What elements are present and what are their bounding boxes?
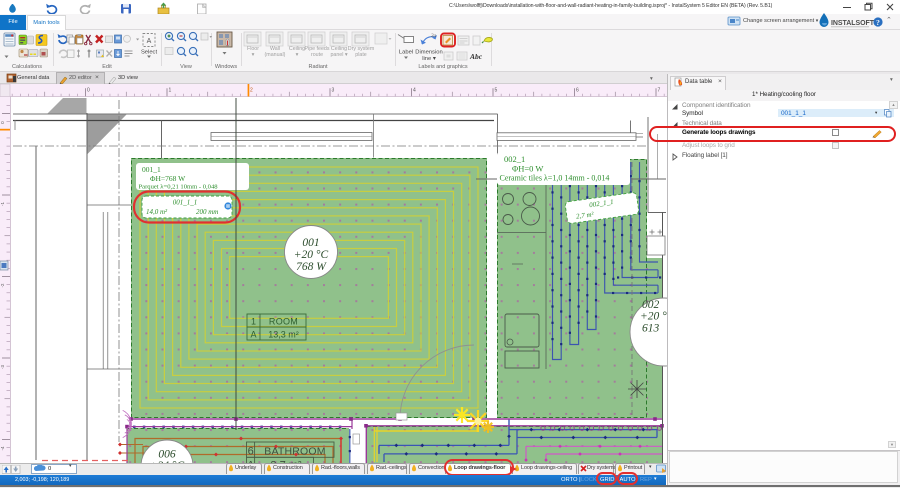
svg-text:-2: -2	[0, 283, 5, 287]
svg-text:ROOM: ROOM	[269, 316, 298, 326]
svg-text:line ▾: line ▾	[422, 56, 436, 62]
svg-text:0: 0	[87, 87, 90, 93]
svg-text:INSTALSOFT: INSTALSOFT	[831, 20, 875, 27]
svg-text:Dimension: Dimension	[415, 50, 442, 56]
svg-text:-3: -3	[0, 364, 5, 368]
svg-text:1: 1	[251, 316, 256, 326]
svg-text:2: 2	[250, 87, 253, 93]
svg-text:?: ?	[876, 18, 880, 27]
svg-text:002_1: 002_1	[504, 154, 525, 164]
svg-text:A: A	[147, 38, 152, 45]
svg-text:1: 1	[169, 87, 172, 93]
svg-text:Label: Label	[399, 50, 413, 56]
svg-text:5: 5	[495, 87, 498, 93]
svg-text:A: A	[250, 329, 256, 339]
svg-text:ΦH=0 W: ΦH=0 W	[512, 164, 543, 174]
svg-text:Abc: Abc	[469, 52, 483, 61]
svg-text:4: 4	[413, 87, 416, 93]
svg-text:BATHROOM: BATHROOM	[264, 446, 326, 458]
svg-text:+20 °C: +20 °C	[294, 249, 329, 261]
svg-text:14,0 m²: 14,0 m²	[146, 208, 168, 216]
svg-text:200 mm: 200 mm	[196, 208, 218, 216]
svg-text:6: 6	[248, 446, 254, 458]
svg-text:006: 006	[158, 449, 176, 461]
svg-text:6: 6	[576, 87, 579, 93]
svg-text:613: 613	[642, 323, 660, 335]
svg-text:002: 002	[642, 299, 660, 311]
svg-text:Ceramic tiles λ=1,0 14mm - 0,0: Ceramic tiles λ=1,0 14mm - 0,014	[500, 174, 610, 183]
svg-text:3: 3	[332, 87, 335, 93]
svg-text:13,3 m²: 13,3 m²	[268, 329, 299, 339]
svg-text:Parquet λ=0,21 10mm - 0,048: Parquet λ=0,21 10mm - 0,048	[139, 184, 219, 191]
svg-text:768 W: 768 W	[296, 261, 327, 273]
svg-text:ΦH=768 W: ΦH=768 W	[150, 174, 186, 183]
svg-text:-4: -4	[0, 446, 5, 450]
svg-text:2a: 2a	[431, 34, 437, 39]
svg-text:Select: Select	[141, 50, 158, 56]
svg-text:001: 001	[302, 237, 319, 249]
svg-text:7: 7	[658, 87, 661, 93]
svg-text:-1: -1	[0, 201, 5, 205]
svg-text:001_1: 001_1	[142, 165, 161, 174]
svg-text:001_1_1: 001_1_1	[173, 199, 198, 207]
svg-text:+20 °: +20 °	[640, 311, 667, 323]
